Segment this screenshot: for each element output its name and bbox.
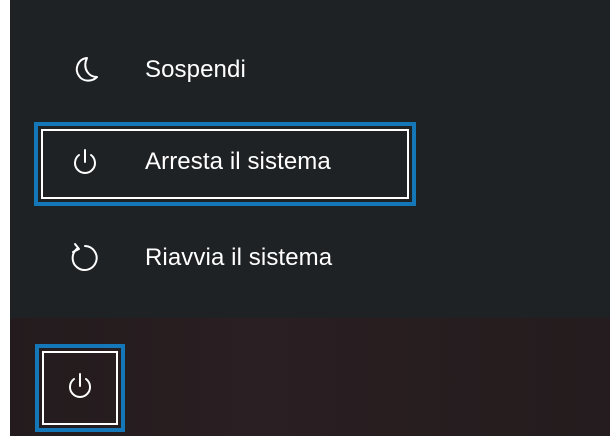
menu-item-label: Riavvia il sistema: [145, 244, 333, 271]
menu-item-restart[interactable]: Riavvia il sistema: [10, 226, 610, 290]
shutdown-highlight-frame: [34, 122, 416, 206]
moon-icon: [68, 53, 102, 87]
power-button-highlight-frame: [35, 344, 125, 432]
start-menu-window: Sospendi Arresta il sistema Riavvia il s…: [10, 0, 610, 436]
restart-icon: [68, 241, 102, 275]
menu-item-sleep[interactable]: Sospendi: [10, 38, 610, 102]
menu-item-label: Sospendi: [145, 56, 246, 83]
